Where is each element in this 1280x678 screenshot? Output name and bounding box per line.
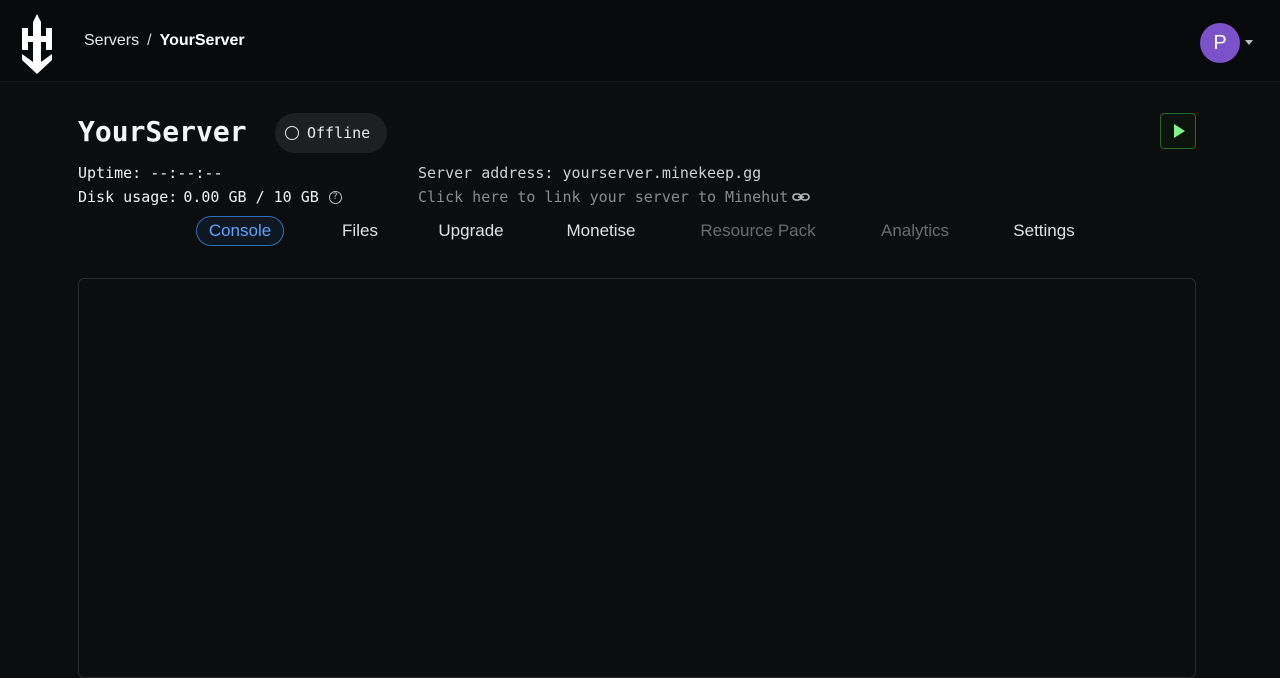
play-icon	[1174, 124, 1185, 138]
tab-files[interactable]: Files	[330, 216, 390, 246]
page-title: YourServer	[78, 115, 247, 148]
tab-settings[interactable]: Settings	[1002, 216, 1086, 246]
console-panel[interactable]	[78, 278, 1196, 678]
status-badge: Offline	[275, 113, 387, 153]
minehut-link-text[interactable]: Click here to link your server to Minehu…	[418, 188, 788, 206]
caret-down-icon[interactable]	[1245, 40, 1253, 45]
status-label: Offline	[307, 124, 371, 142]
tab-console[interactable]: Console	[196, 216, 284, 246]
tab-resource-pack[interactable]: Resource Pack	[688, 216, 828, 246]
tab-upgrade[interactable]: Upgrade	[426, 216, 516, 246]
breadcrumb: Servers / YourServer	[84, 32, 245, 50]
top-bar: Servers / YourServer P	[0, 0, 1280, 82]
breadcrumb-current: YourServer	[159, 32, 245, 49]
server-address[interactable]: Server address: yourserver.minekeep.gg	[418, 164, 761, 182]
breadcrumb-servers-link[interactable]: Servers	[84, 32, 139, 50]
disk-usage: Disk usage: 0.00 GB / 10 GB ?	[78, 188, 342, 206]
link-icon[interactable]	[792, 191, 811, 203]
minehut-link[interactable]: Click here to link your server to Minehu…	[418, 188, 811, 206]
uptime-text: Uptime: --:--:--	[78, 164, 223, 182]
breadcrumb-separator: /	[147, 32, 152, 49]
disk-usage-label: Disk usage:	[78, 188, 178, 206]
tab-monetise[interactable]: Monetise	[554, 216, 648, 246]
sword-logo-icon[interactable]	[20, 14, 54, 76]
circle-status-icon	[285, 126, 299, 140]
tab-analytics[interactable]: Analytics	[868, 216, 962, 246]
avatar[interactable]: P	[1200, 23, 1240, 63]
help-circle-icon[interactable]: ?	[328, 190, 342, 204]
tab-bar: Console Files Upgrade Monetise Resource …	[0, 216, 1280, 248]
disk-usage-value: 0.00 GB / 10 GB	[183, 188, 319, 206]
start-server-button[interactable]	[1160, 113, 1196, 149]
